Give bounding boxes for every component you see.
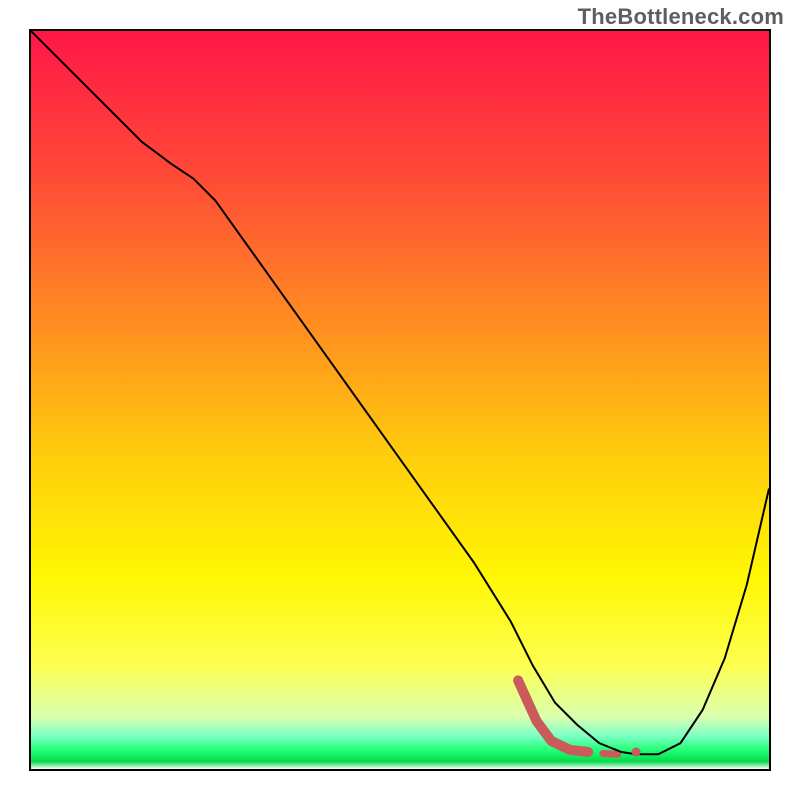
highlight-segment (518, 680, 588, 752)
chart-container: TheBottleneck.com (0, 0, 800, 800)
main-curve (31, 31, 769, 754)
plot-area (29, 29, 771, 771)
curve-layer (31, 31, 769, 769)
highlight-segment (603, 754, 618, 755)
watermark-text: TheBottleneck.com (578, 4, 784, 30)
highlight-dot (632, 748, 641, 757)
